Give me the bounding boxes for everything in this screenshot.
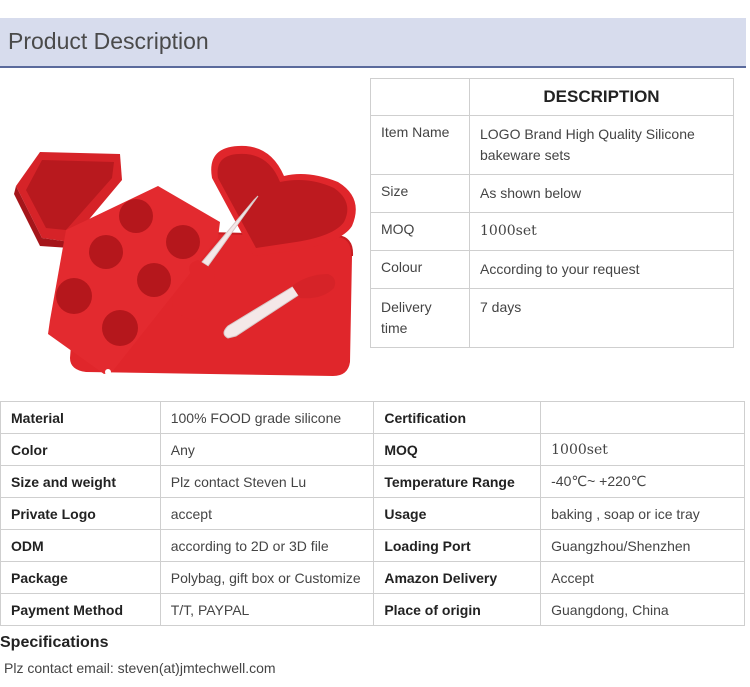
spec-value: Polybag, gift box or Customize — [159, 561, 375, 594]
description-key: Colour — [370, 250, 470, 289]
table-row: Size As shown below — [370, 174, 734, 213]
spec-value: Accept — [540, 561, 745, 594]
table-row: Delivery time 7 days — [370, 288, 734, 348]
description-value: As shown below — [469, 174, 734, 213]
spec-key: Amazon Delivery — [373, 561, 542, 594]
spec-key: Certification — [373, 401, 542, 434]
description-key: MOQ — [370, 212, 470, 251]
spec-key: Package — [0, 561, 161, 594]
table-row: Package Polybag, gift box or Customize A… — [0, 561, 745, 594]
description-heading: DESCRIPTION — [469, 78, 734, 116]
section-header: Product Description — [0, 18, 746, 68]
section-title: Product Description — [8, 28, 209, 54]
table-row: Colour According to your request — [370, 250, 734, 289]
description-table: DESCRIPTION Item Name LOGO Brand High Qu… — [370, 78, 734, 348]
specs-table: Material 100% FOOD grade silicone Certif… — [0, 401, 745, 626]
description-key: Delivery time — [370, 288, 470, 348]
spec-value: 100% FOOD grade silicone — [159, 401, 375, 434]
spec-value — [540, 401, 745, 434]
table-row: Material 100% FOOD grade silicone Certif… — [0, 401, 745, 434]
spec-value: Any — [159, 433, 375, 466]
description-value: LOGO Brand High Quality Silicone bakewar… — [469, 115, 734, 175]
spec-key: Temperature Range — [373, 465, 542, 498]
spec-value: Guangdong, China — [540, 593, 745, 626]
spec-key: Color — [0, 433, 161, 466]
spec-key: Size and weight — [0, 465, 161, 498]
description-value: 7 days — [469, 288, 734, 348]
spec-key: MOQ — [373, 433, 542, 466]
table-row: Payment Method T/T, PAYPAL Place of orig… — [0, 593, 745, 626]
specifications-heading: Specifications — [0, 634, 109, 651]
description-value: 1000set — [469, 212, 734, 251]
spec-key: Loading Port — [373, 529, 542, 562]
silicone-bakeware-set-image — [14, 145, 356, 376]
spec-key: Payment Method — [0, 593, 161, 626]
description-key: Item Name — [370, 115, 470, 175]
contact-email-text: Plz contact email: steven(at)jmtechwell.… — [4, 660, 276, 676]
spec-value: Plz contact Steven Lu — [159, 465, 375, 498]
spec-value: -40℃~ +220℃ — [540, 465, 745, 498]
description-value: According to your request — [469, 250, 734, 289]
spec-key: Private Logo — [0, 497, 161, 530]
spec-value: baking , soap or ice tray — [540, 497, 745, 530]
table-row: ODM according to 2D or 3D file Loading P… — [0, 529, 745, 562]
spec-value: according to 2D or 3D file — [159, 529, 375, 562]
table-row: MOQ 1000set — [370, 212, 734, 251]
spec-key: Place of origin — [373, 593, 542, 626]
spec-value: Guangzhou/Shenzhen — [540, 529, 745, 562]
spec-value: accept — [159, 497, 375, 530]
spec-value: 1000set — [540, 433, 745, 466]
table-row: Color Any MOQ 1000set — [0, 433, 745, 466]
description-corner-cell — [370, 78, 470, 116]
table-row: Private Logo accept Usage baking , soap … — [0, 497, 745, 530]
spec-key: Material — [0, 401, 161, 434]
spec-key: Usage — [373, 497, 542, 530]
description-key: Size — [370, 174, 470, 213]
table-row: Item Name LOGO Brand High Quality Silico… — [370, 115, 734, 175]
table-row: Size and weight Plz contact Steven Lu Te… — [0, 465, 745, 498]
spec-key: ODM — [0, 529, 161, 562]
spec-value: T/T, PAYPAL — [159, 593, 375, 626]
